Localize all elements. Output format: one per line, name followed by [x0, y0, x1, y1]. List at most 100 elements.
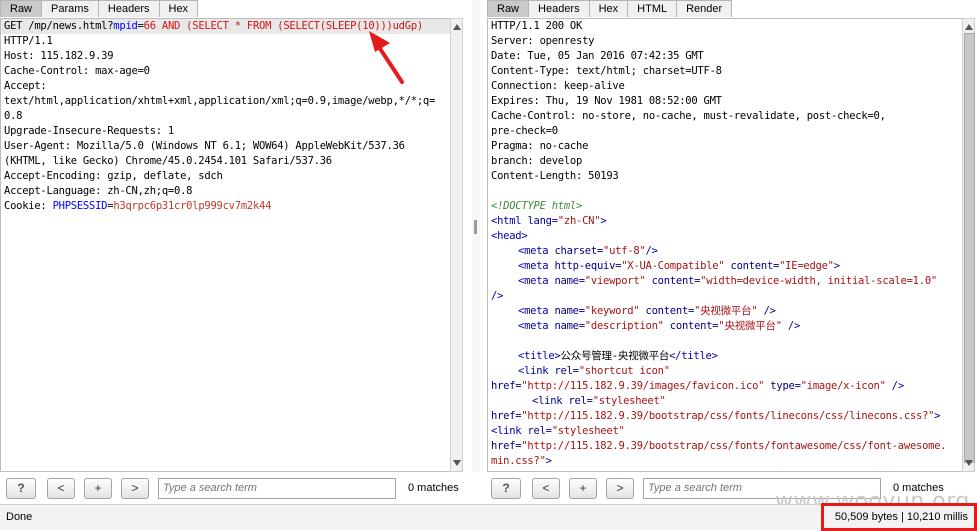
response-header-line: Date: Tue, 05 Jan 2016 07:42:35 GMT: [491, 50, 704, 62]
meta-attr: http-equiv=: [554, 260, 622, 272]
request-search-input[interactable]: [158, 477, 396, 499]
response-tab-headers[interactable]: Headers: [529, 0, 590, 17]
meta-attr: name=: [554, 305, 585, 317]
meta-val: "viewport": [584, 275, 646, 287]
title-text: 公众号管理-央视微平台: [560, 350, 670, 362]
previous-match-button[interactable]: <: [532, 477, 560, 499]
meta-line: <meta name="description" content="央视微平台"…: [488, 319, 962, 334]
scroll-down-icon[interactable]: [965, 460, 973, 466]
pane-splitter[interactable]: [472, 0, 480, 472]
meta-tag: <meta: [518, 260, 555, 272]
scroll-down-icon[interactable]: [453, 460, 461, 466]
href-attr: href=: [491, 440, 522, 452]
doctype-line: <!DOCTYPE html>: [488, 199, 962, 214]
status-bar: Done 50,509 bytes | 10,210 millis: [0, 503, 977, 531]
request-scrollbar[interactable]: [450, 18, 463, 472]
response-header-line: HTTP/1.1 200 OK: [491, 20, 583, 32]
request-header-line: HTTP/1.1: [4, 35, 53, 47]
link-val: "stylesheet": [551, 425, 625, 437]
head-tag: <head>: [491, 230, 528, 242]
add-button[interactable]: +: [569, 477, 597, 499]
link-attr: rel=: [554, 365, 579, 377]
next-match-button[interactable]: >: [121, 477, 149, 499]
link-val: "shortcut icon": [578, 365, 670, 377]
meta-tag: <meta: [518, 275, 555, 287]
splitter-grip-icon[interactable]: [474, 220, 477, 234]
request-header-line: Accept-Language: zh-CN,zh;q=0.8: [4, 185, 193, 197]
response-editor[interactable]: HTTP/1.1 200 OK Server: openresty Date: …: [487, 18, 963, 472]
next-match-button[interactable]: >: [606, 477, 634, 499]
help-button[interactable]: ?: [6, 477, 36, 499]
meta-val: "description": [584, 320, 664, 332]
meta-tag: <meta: [518, 245, 555, 257]
cookie-label: Cookie:: [4, 200, 53, 212]
param-value: 66 AND (SELECT * FROM (SELECT(SLEEP(10))…: [143, 20, 424, 32]
scroll-up-icon[interactable]: [965, 24, 973, 30]
href-line: min.css?">: [488, 454, 962, 469]
request-header-line: User-Agent: Mozilla/5.0 (Windows NT 6.1;…: [4, 140, 405, 152]
response-scrollbar[interactable]: [962, 18, 975, 472]
href-line: href="http://115.182.9.39/bootstrap/css/…: [488, 439, 962, 454]
request-tab-params[interactable]: Params: [42, 0, 99, 17]
meta-attr: name=: [554, 275, 585, 287]
response-tab-html[interactable]: HTML: [628, 0, 678, 17]
type-val: "image/x-icon": [800, 380, 886, 392]
cookie-value: h3qrpc6p31cr0lp999cv7m2k44: [113, 200, 272, 212]
request-header-line: Accept:: [4, 80, 47, 92]
link-end: />: [885, 380, 904, 392]
request-header-line: text/html,application/xhtml+xml,applicat…: [4, 95, 436, 107]
href-val: "http://115.182.9.39/bootstrap/css/fonts…: [521, 410, 935, 422]
meta-val: "央视微平台": [694, 305, 758, 317]
meta-line: <meta name="keyword" content="央视微平台" />: [488, 304, 962, 319]
cookie-name: PHPSESSID: [52, 200, 108, 212]
link-attr: rel=: [568, 395, 593, 407]
link-line: <link rel="stylesheet": [488, 394, 962, 409]
href-attr: href=: [491, 410, 522, 422]
link-tag: <link: [491, 425, 528, 437]
meta-val: "keyword": [584, 305, 640, 317]
html-attr: lang=: [527, 215, 558, 227]
link-line: <link rel="stylesheet": [488, 424, 962, 439]
doctype: <!DOCTYPE html>: [491, 200, 583, 212]
response-size: 50,509 bytes | 10,210 millis: [834, 511, 968, 523]
href-line: href="http://115.182.9.39/images/favicon…: [488, 379, 962, 394]
meta-line: <meta charset="utf-8"/>: [488, 244, 962, 259]
request-header-line: 0.8: [4, 110, 23, 122]
response-header-line: branch: develop: [491, 155, 583, 167]
help-button[interactable]: ?: [491, 477, 521, 499]
request-tab-hex[interactable]: Hex: [159, 0, 199, 17]
meta-attr: content=: [663, 320, 719, 332]
meta-attr: content=: [645, 275, 701, 287]
response-tab-hex[interactable]: Hex: [589, 0, 629, 17]
request-path: GET /mp/news.html?: [4, 20, 114, 32]
request-editor[interactable]: GET /mp/news.html?mpid=66 AND (SELECT * …: [0, 18, 451, 472]
href-val: "http://115.182.9.39/bootstrap/css/fonts…: [521, 440, 947, 452]
meta-val: "width=device-width, initial-scale=1.0": [700, 275, 937, 287]
previous-match-button[interactable]: <: [47, 477, 75, 499]
add-button[interactable]: +: [84, 477, 112, 499]
meta-val: "IE=edge": [779, 260, 834, 272]
meta-line: <meta http-equiv="X-UA-Compatible" conte…: [488, 259, 962, 274]
response-header-line: Content-Length: 50193: [491, 170, 619, 182]
response-tab-raw[interactable]: Raw: [487, 0, 530, 17]
meta-end: />: [781, 320, 801, 332]
request-line: GET /mp/news.html?mpid=66 AND (SELECT * …: [1, 19, 450, 34]
request-pane: Raw Params Headers Hex GET /mp/news.html…: [0, 0, 463, 472]
request-header-line: Upgrade-Insecure-Requests: 1: [4, 125, 175, 137]
request-tab-raw[interactable]: Raw: [0, 0, 43, 17]
meta-line: <meta name="viewport" content="width=dev…: [488, 274, 962, 289]
response-header-line: Content-Type: text/html; charset=UTF-8: [491, 65, 722, 77]
request-tab-headers[interactable]: Headers: [98, 0, 160, 17]
html-tag: <html: [491, 215, 528, 227]
response-header-line: Pragma: no-cache: [491, 140, 589, 152]
status-text: Done: [6, 511, 33, 523]
href-attr: href=: [491, 380, 522, 392]
meta-attr: content=: [724, 260, 780, 272]
scroll-up-icon[interactable]: [453, 24, 461, 30]
meta-val: "utf-8": [603, 245, 646, 257]
scroll-thumb[interactable]: [964, 33, 975, 463]
response-tabs: Raw Headers Hex HTML Render: [487, 0, 733, 17]
response-tab-render[interactable]: Render: [677, 0, 733, 17]
response-pane: Raw Headers Hex HTML Render HTTP/1.1 200…: [487, 0, 977, 472]
response-size-highlight: 50,509 bytes | 10,210 millis: [821, 503, 977, 531]
